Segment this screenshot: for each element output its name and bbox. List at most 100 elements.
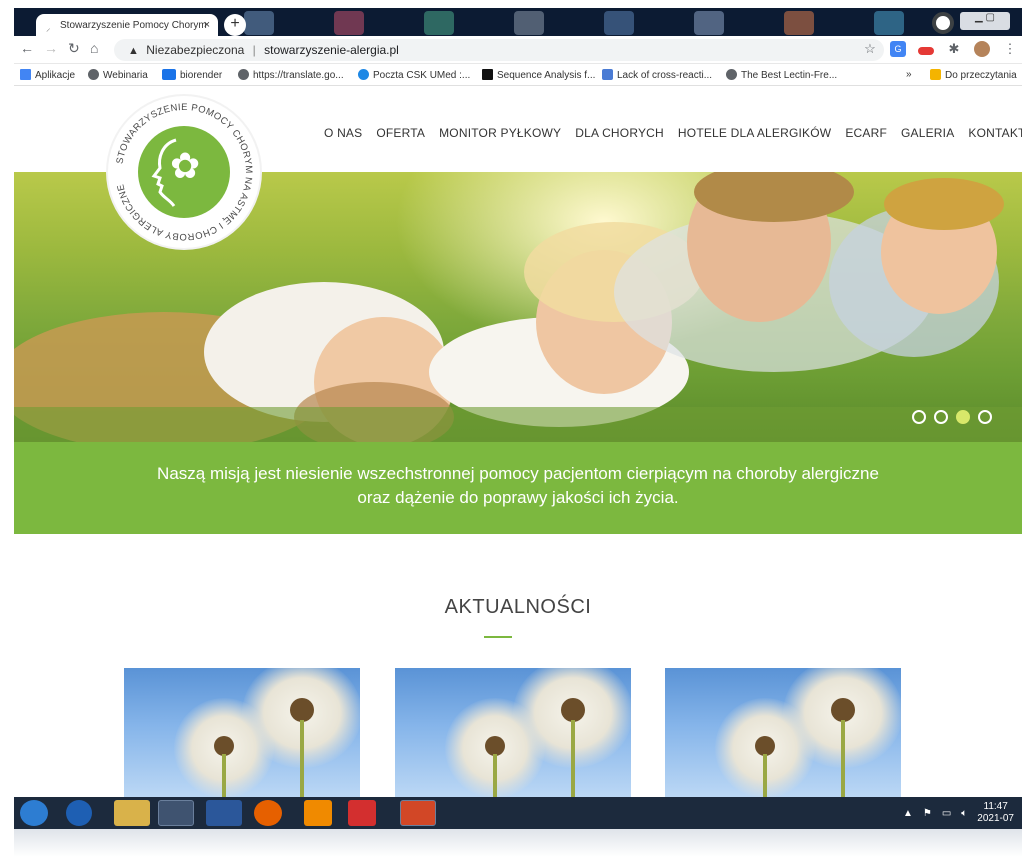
bookmark-label: https://translate.go... bbox=[253, 70, 344, 81]
url-text[interactable]: stowarzyszenie-alergia.pl bbox=[264, 43, 399, 57]
tab-title: Stowarzyszenie Pomocy Chorym bbox=[60, 20, 207, 31]
bookmark-poczta[interactable]: Poczta CSK UMed :... bbox=[358, 69, 470, 81]
globe-icon bbox=[238, 69, 249, 80]
bookmark-label: Webinaria bbox=[103, 70, 148, 81]
forward-arrow-icon[interactable]: → bbox=[44, 40, 58, 56]
slider-dots bbox=[912, 410, 992, 424]
slider-dot[interactable] bbox=[978, 410, 992, 424]
tray-clock[interactable]: 11:47 2021-07 bbox=[977, 801, 1014, 825]
main-navigation: O NAS OFERTA MONITOR PYŁKOWY DLA CHORYCH… bbox=[324, 126, 1022, 140]
news-card-image[interactable] bbox=[124, 668, 360, 798]
background-windows bbox=[244, 11, 904, 36]
taskbar-reflection bbox=[14, 829, 1022, 857]
bookmarks-bar: Aplikacje Webinaria biorender https://tr… bbox=[14, 64, 1022, 86]
nav-oferta[interactable]: OFERTA bbox=[376, 126, 425, 140]
reading-list-label: Do przeczytania bbox=[945, 70, 1017, 81]
news-title-underline bbox=[484, 636, 512, 638]
home-icon[interactable]: ⌂ bbox=[90, 40, 98, 56]
biorender-icon bbox=[162, 69, 176, 80]
bookmark-cross-reactivity[interactable]: Lack of cross-reacti... bbox=[602, 69, 712, 81]
nav-hotele-dla-alergikow[interactable]: HOTELE DLA ALERGIKÓW bbox=[678, 126, 831, 140]
new-tab-button[interactable]: + bbox=[224, 14, 246, 36]
minimize-maximize-buttons[interactable]: ▁ ▢ bbox=[960, 12, 1010, 30]
chrome-profile-icon[interactable] bbox=[932, 12, 954, 34]
reload-icon[interactable]: ↻ bbox=[68, 40, 80, 57]
toolbar-icons: ☆ G ✱ ⋮ bbox=[862, 41, 1018, 57]
bookmark-label: Lack of cross-reacti... bbox=[617, 70, 713, 81]
volume-icon[interactable]: 🔈︎ bbox=[961, 808, 967, 819]
apps-grid-icon bbox=[20, 69, 31, 80]
bookmark-translate[interactable]: https://translate.go... bbox=[238, 69, 344, 81]
bookmarks-overflow-button[interactable]: » bbox=[906, 69, 912, 80]
bookmark-star-icon[interactable]: ☆ bbox=[862, 41, 878, 57]
window-controls: ▁ ▢ bbox=[932, 12, 1010, 34]
extensions-puzzle-icon[interactable]: ✱ bbox=[946, 41, 962, 57]
address-separator: | bbox=[252, 43, 256, 57]
address-bar[interactable]: ▲ Niezabezpieczona | stowarzyszenie-aler… bbox=[114, 39, 884, 61]
back-arrow-icon[interactable]: ← bbox=[20, 40, 34, 56]
mail-icon bbox=[358, 69, 369, 80]
warning-triangle-icon[interactable]: ▲ bbox=[128, 45, 139, 57]
browser-toolbar: ← → ↻ ⌂ ▲ Niezabezpieczona | stowarzysze… bbox=[14, 36, 1022, 64]
start-button-icon[interactable] bbox=[20, 800, 48, 826]
news-card-image[interactable] bbox=[395, 668, 631, 798]
bookmark-sequence-analysis[interactable]: Sequence Analysis f... bbox=[482, 69, 595, 81]
nav-ecarf[interactable]: ECARF bbox=[845, 126, 887, 140]
slider-dot[interactable] bbox=[912, 410, 926, 424]
firefox-icon[interactable] bbox=[254, 800, 282, 826]
acrobat-icon[interactable] bbox=[348, 800, 376, 826]
nav-kontakt[interactable]: KONTAKT bbox=[968, 126, 1022, 140]
reading-list-icon bbox=[930, 69, 941, 80]
tab-active[interactable]: ⸝ Stowarzyszenie Pomocy Chorym × bbox=[36, 14, 218, 38]
site-logo[interactable]: STOWARZYSZENIE POMOCY CHORYM NA ASTMĘ I … bbox=[108, 96, 260, 248]
page-favicon-icon: ⸝ bbox=[46, 23, 51, 33]
tray-overflow-icon[interactable]: ▲ bbox=[903, 808, 913, 819]
w-icon bbox=[482, 69, 493, 80]
flower-icon: ✿ bbox=[170, 145, 201, 186]
bookmark-lectin-free[interactable]: The Best Lectin-Fre... bbox=[726, 69, 837, 81]
bookmark-aplikacje[interactable]: Aplikacje bbox=[20, 69, 75, 81]
windows-taskbar: ▲ ⚑ ▭ 🔈︎ 11:47 2021-07 bbox=[14, 797, 1022, 829]
slider-dot[interactable] bbox=[934, 410, 948, 424]
vlc-icon[interactable] bbox=[304, 800, 332, 826]
word-icon[interactable] bbox=[206, 800, 242, 826]
translate-icon bbox=[602, 69, 613, 80]
bookmark-label: biorender bbox=[180, 70, 223, 81]
bookmark-label: Poczta CSK UMed :... bbox=[373, 70, 471, 81]
browser-tab-strip: ⸝ Stowarzyszenie Pomocy Chorym × + ▁ ▢ bbox=[14, 8, 1022, 38]
chrome-taskbar-icon[interactable] bbox=[158, 800, 194, 826]
clock-time: 11:47 bbox=[983, 801, 1008, 812]
bookmark-label: Sequence Analysis f... bbox=[497, 70, 596, 81]
globe-icon bbox=[726, 69, 737, 80]
bookmark-biorender[interactable]: biorender bbox=[162, 69, 222, 81]
globe-icon bbox=[88, 69, 99, 80]
news-card-image[interactable] bbox=[665, 668, 901, 798]
close-tab-icon[interactable]: × bbox=[204, 19, 210, 31]
clock-date: 2021-07 bbox=[977, 813, 1014, 824]
bookmark-webinaria[interactable]: Webinaria bbox=[88, 69, 148, 81]
bookmark-label: The Best Lectin-Fre... bbox=[741, 70, 838, 81]
mission-line-2: oraz dążenie do poprawy jakości ich życi… bbox=[357, 488, 679, 507]
translate-extension-icon[interactable]: G bbox=[890, 41, 906, 57]
profile-avatar-icon[interactable] bbox=[974, 41, 990, 57]
nav-monitor-pylkowy[interactable]: MONITOR PYŁKOWY bbox=[439, 126, 561, 140]
extension-red-icon[interactable] bbox=[918, 47, 934, 55]
powerpoint-icon[interactable] bbox=[400, 800, 436, 826]
news-section-title: AKTUALNOŚCI bbox=[444, 596, 592, 618]
mission-banner: Naszą misją jest niesienie wszechstronne… bbox=[14, 442, 1022, 534]
file-explorer-icon[interactable] bbox=[114, 800, 150, 826]
menu-kebab-icon[interactable]: ⋮ bbox=[1002, 41, 1018, 57]
nav-dla-chorych[interactable]: DLA CHORYCH bbox=[575, 126, 664, 140]
security-label[interactable]: Niezabezpieczona bbox=[146, 43, 244, 57]
network-flag-icon[interactable]: ⚑ bbox=[923, 808, 932, 819]
nav-galeria[interactable]: GALERIA bbox=[901, 126, 954, 140]
edge-icon[interactable] bbox=[66, 800, 92, 826]
mission-line-1: Naszą misją jest niesienie wszechstronne… bbox=[157, 464, 879, 483]
site-header: STOWARZYSZENIE POMOCY CHORYM NA ASTMĘ I … bbox=[14, 86, 1022, 248]
reading-list-button[interactable]: Do przeczytania bbox=[930, 69, 1017, 81]
slider-dot-active[interactable] bbox=[956, 410, 970, 424]
nav-o-nas[interactable]: O NAS bbox=[324, 126, 362, 140]
bookmark-label: Aplikacje bbox=[35, 70, 76, 81]
system-tray: ▲ ⚑ ▭ 🔈︎ 11:47 2021-07 bbox=[903, 801, 1014, 825]
display-icon[interactable]: ▭ bbox=[942, 808, 951, 819]
